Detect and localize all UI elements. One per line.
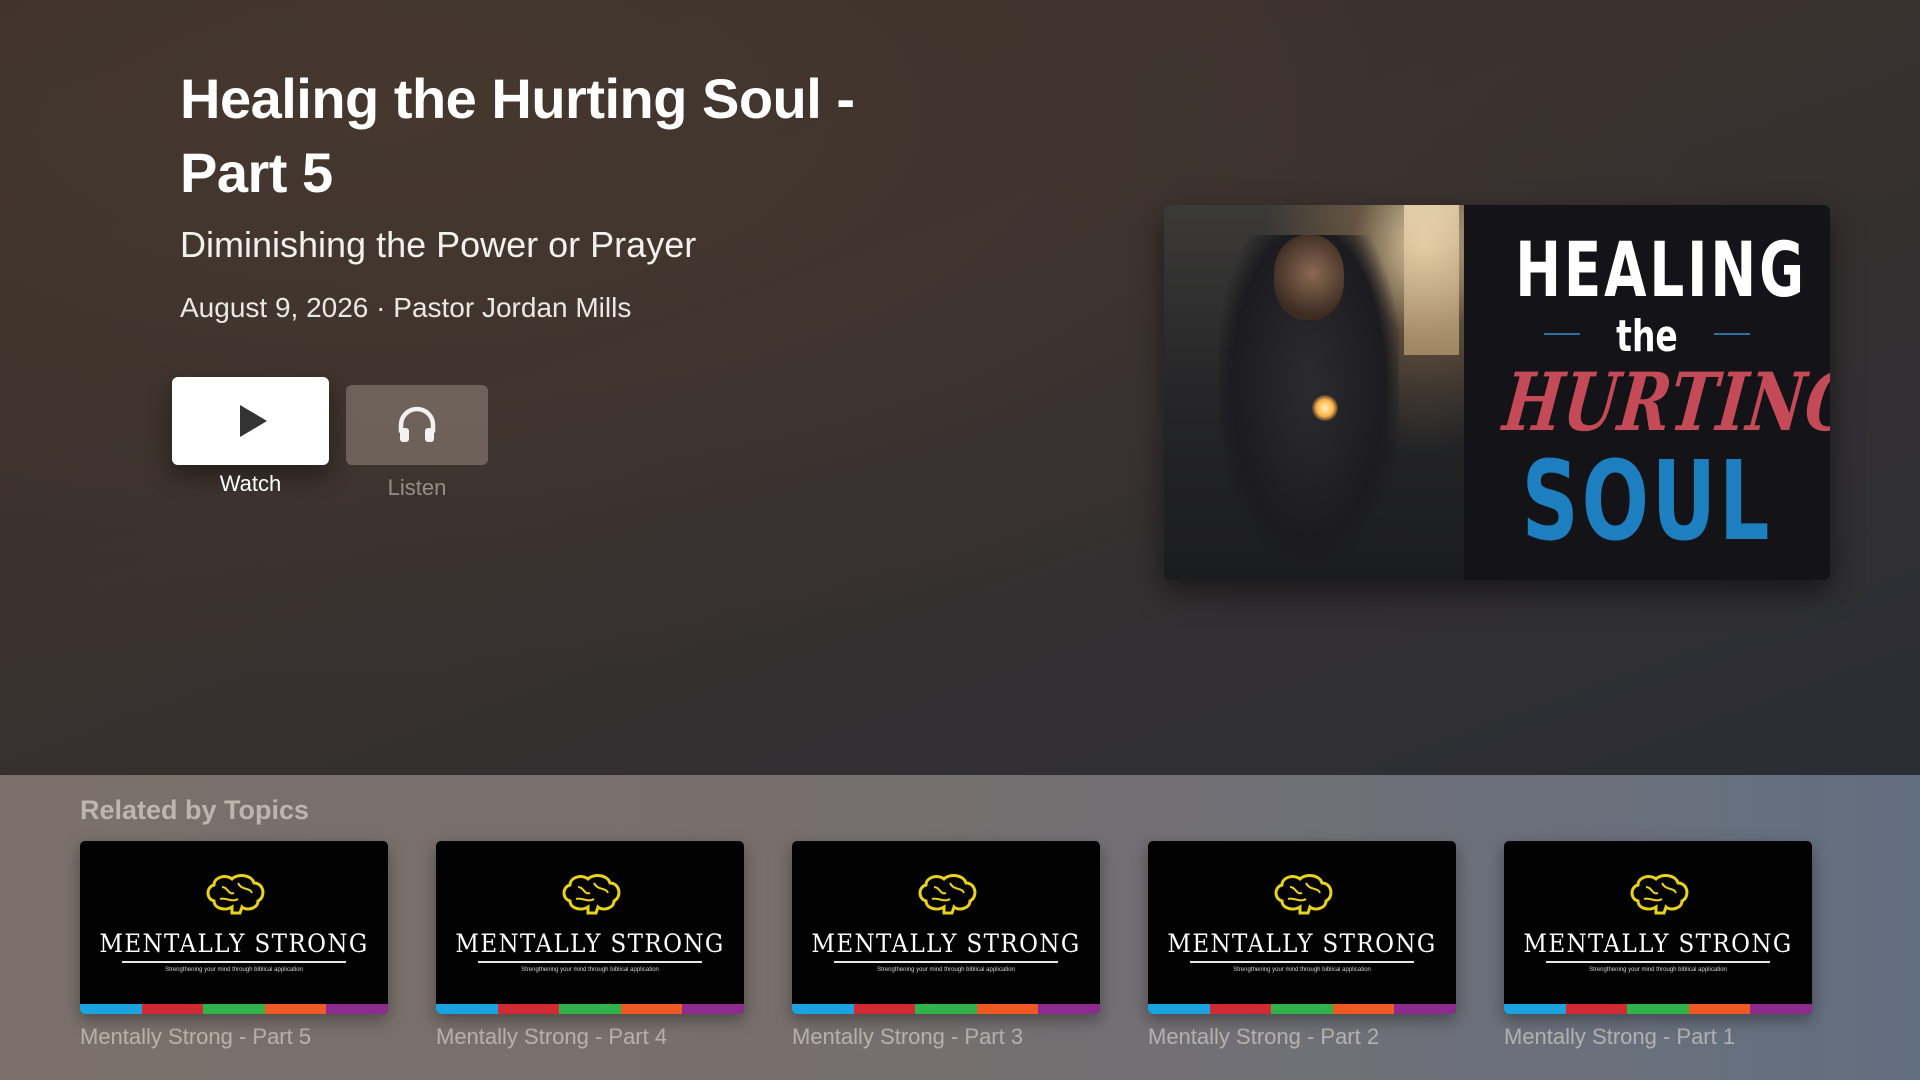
stripe-green: [203, 1004, 265, 1014]
artwork-word-healing: HEALING: [1515, 225, 1807, 314]
card-rule: [1546, 961, 1770, 963]
episode-title: Healing the Hurting Soul - Part 5: [180, 67, 855, 204]
artwork-rule-right: [1714, 333, 1750, 335]
stripe-orange: [264, 1004, 327, 1014]
card-color-stripes: [1148, 1004, 1456, 1014]
artwork-window-light: [1404, 205, 1459, 355]
related-card-label[interactable]: Mentally Strong - Part 2: [1148, 1024, 1456, 1050]
play-icon: [240, 405, 267, 437]
related-card-thumbnail[interactable]: MENTALLY STRONG Strengthening your mind …: [1148, 841, 1456, 1014]
stripe-blue: [1504, 1004, 1566, 1014]
artwork-scene: [1164, 205, 1464, 580]
listen-label: Listen: [387, 475, 447, 500]
stripe-blue: [792, 1004, 854, 1014]
related-card-label[interactable]: Mentally Strong - Part 1: [1504, 1024, 1812, 1050]
stripe-red: [141, 1004, 204, 1014]
card-tagline: Strengthening your mind through biblical…: [877, 967, 1015, 973]
stripe-red: [1209, 1004, 1272, 1014]
stripe-orange: [620, 1004, 683, 1014]
card-rule: [834, 961, 1058, 963]
stripe-red: [1565, 1004, 1628, 1014]
related-card[interactable]: MENTALLY STRONG Strengthening your mind …: [1148, 841, 1456, 1050]
stripe-purple: [1394, 1004, 1456, 1014]
related-card-label[interactable]: Mentally Strong - Part 5: [80, 1024, 388, 1050]
card-brand: MENTALLY STRONG: [1523, 929, 1793, 958]
card-brand: MENTALLY STRONG: [811, 929, 1081, 958]
stripe-blue: [436, 1004, 498, 1014]
card-brand: MENTALLY STRONG: [99, 929, 369, 958]
related-card-label[interactable]: Mentally Strong - Part 4: [436, 1024, 744, 1050]
stripe-purple: [1750, 1004, 1812, 1014]
related-card-thumbnail[interactable]: MENTALLY STRONG Strengthening your mind …: [436, 841, 744, 1014]
stripe-red: [853, 1004, 916, 1014]
stripe-green: [1271, 1004, 1333, 1014]
stripe-purple: [682, 1004, 744, 1014]
stripe-purple: [326, 1004, 388, 1014]
artwork-head: [1274, 235, 1344, 320]
related-section: Related by Topics MENTALLY STRONG Streng…: [0, 775, 1920, 1080]
stripe-orange: [1332, 1004, 1395, 1014]
related-card-thumbnail[interactable]: MENTALLY STRONG Strengthening your mind …: [1504, 841, 1812, 1014]
stripe-blue: [1148, 1004, 1210, 1014]
related-heading: Related by Topics: [80, 795, 310, 825]
listen-button[interactable]: Listen: [346, 385, 488, 501]
episode-subtitle: Diminishing the Power or Prayer: [180, 224, 697, 265]
card-rule: [478, 961, 702, 963]
artwork-word-soul: SOUL: [1521, 437, 1773, 565]
related-card-thumbnail[interactable]: MENTALLY STRONG Strengthening your mind …: [792, 841, 1100, 1014]
card-color-stripes: [1504, 1004, 1812, 1014]
artwork-the-row: the: [1544, 311, 1750, 362]
stripe-blue: [80, 1004, 142, 1014]
related-card[interactable]: MENTALLY STRONG Strengthening your mind …: [436, 841, 744, 1050]
watch-label: Watch: [219, 471, 282, 496]
artwork-glow: [1312, 395, 1338, 421]
episode-speaker: Pastor Jordan Mills: [393, 292, 632, 323]
brain-icon: [1630, 874, 1689, 915]
artwork-word-hurting: HURTING: [1499, 355, 1830, 449]
episode-meta: August 9, 2026 · Pastor Jordan Mills: [180, 290, 631, 326]
stripe-green: [915, 1004, 977, 1014]
artwork-title: HEALING the HURTING SOUL: [1464, 205, 1830, 580]
card-tagline: Strengthening your mind through biblical…: [521, 967, 659, 973]
meta-separator: ·: [376, 292, 386, 323]
related-card-thumbnail[interactable]: MENTALLY STRONG Strengthening your mind …: [80, 841, 388, 1014]
related-card-label[interactable]: Mentally Strong - Part 3: [792, 1024, 1100, 1050]
watch-button[interactable]: Watch: [172, 377, 329, 497]
headphones-icon: [398, 406, 436, 442]
brain-icon: [1274, 874, 1333, 915]
hero-section: Healing the Hurting Soul - Part 5 Dimini…: [0, 0, 1920, 775]
stripe-orange: [1688, 1004, 1751, 1014]
stripe-green: [1627, 1004, 1689, 1014]
listen-button-tile[interactable]: [346, 385, 488, 465]
watch-button-tile[interactable]: [172, 377, 329, 465]
card-color-stripes: [792, 1004, 1100, 1014]
card-rule: [122, 961, 346, 963]
stripe-red: [497, 1004, 560, 1014]
episode-date: August 9, 2026: [180, 292, 369, 323]
card-tagline: Strengthening your mind through biblical…: [165, 967, 303, 973]
episode-artwork: HEALING the HURTING SOUL: [1164, 205, 1830, 580]
card-color-stripes: [80, 1004, 388, 1014]
brain-icon: [206, 874, 265, 915]
stripe-orange: [976, 1004, 1039, 1014]
card-tagline: Strengthening your mind through biblical…: [1233, 967, 1371, 973]
card-color-stripes: [436, 1004, 744, 1014]
stripe-purple: [1038, 1004, 1100, 1014]
card-brand: MENTALLY STRONG: [455, 929, 725, 958]
related-card[interactable]: MENTALLY STRONG Strengthening your mind …: [1504, 841, 1812, 1050]
related-card[interactable]: MENTALLY STRONG Strengthening your mind …: [80, 841, 388, 1050]
card-brand: MENTALLY STRONG: [1167, 929, 1437, 958]
brain-icon: [918, 874, 977, 915]
brain-icon: [562, 874, 621, 915]
card-tagline: Strengthening your mind through biblical…: [1589, 967, 1727, 973]
related-card[interactable]: MENTALLY STRONG Strengthening your mind …: [792, 841, 1100, 1050]
card-rule: [1190, 961, 1414, 963]
stripe-green: [559, 1004, 621, 1014]
